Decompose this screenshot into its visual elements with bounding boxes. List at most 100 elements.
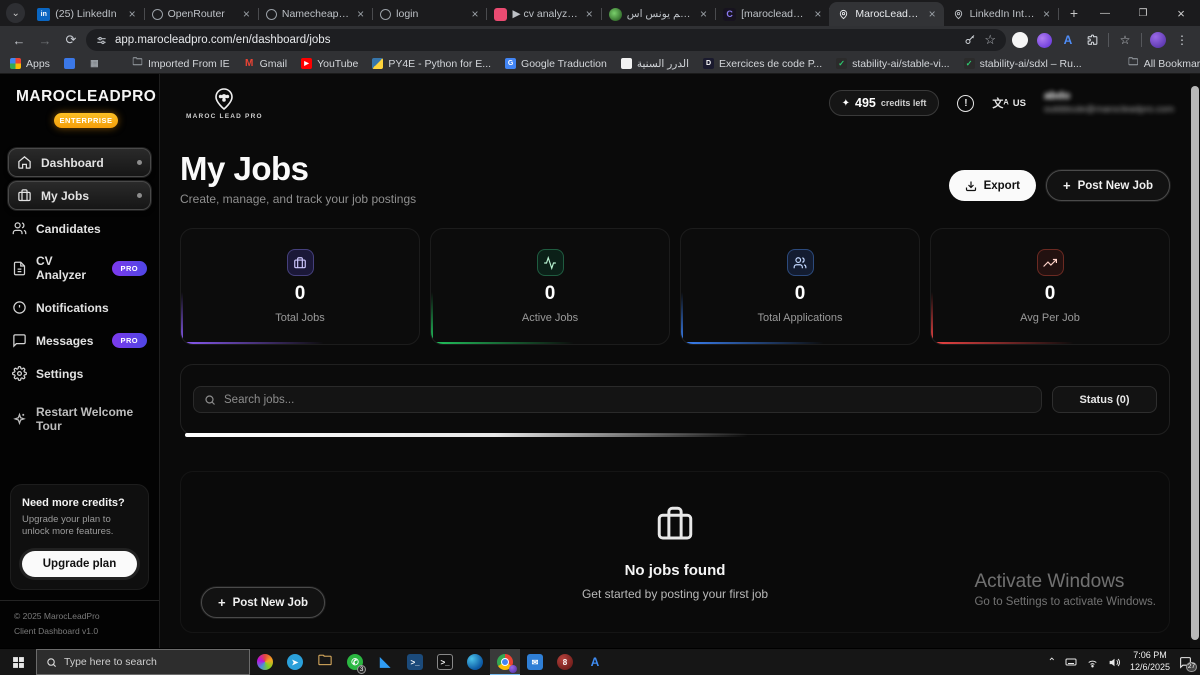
taskbar-app-chrome[interactable]	[490, 649, 520, 675]
bookmark-google-traduction[interactable]: G Google Traduction	[505, 58, 607, 70]
bookmark-exercices[interactable]: D Exercices de code P...	[703, 58, 822, 70]
bookmark-stability-stable[interactable]: ✓ stability-ai/stable-vi...	[836, 58, 949, 70]
taskbar-app-red[interactable]: 8	[550, 649, 580, 675]
tab-linkedin[interactable]: in (25) LinkedIn ×	[29, 2, 143, 26]
wifi-icon[interactable]	[1086, 656, 1099, 669]
tab-marocleadpro-active[interactable]: MarocLeadPro - Recr ×	[829, 2, 943, 26]
activity-icon	[537, 249, 564, 276]
tab-close-icon[interactable]: ×	[584, 7, 595, 21]
vertical-scrollbar[interactable]	[1190, 74, 1200, 648]
taskbar-app-cmd[interactable]: >_	[430, 649, 460, 675]
tab-close-icon[interactable]: ×	[698, 7, 709, 21]
job-search-field[interactable]	[193, 386, 1042, 413]
post-first-job-button[interactable]: + Post New Job	[201, 587, 325, 618]
close-button[interactable]: ×	[1162, 0, 1200, 26]
tab-openrouter[interactable]: OpenRouter ×	[144, 2, 258, 26]
taskbar-app-paint[interactable]	[250, 649, 280, 675]
sidebar-item-restart-tour[interactable]: Restart Welcome Tour	[8, 398, 151, 440]
user-menu[interactable]: abdo oulddoute@marocleadpro.com	[1044, 90, 1174, 116]
bookmark-imported-from-ie[interactable]: 🗀 Imported From IE	[132, 58, 230, 70]
taskbar-app-vscode[interactable]: ◣	[370, 649, 400, 675]
sidebar-item-messages[interactable]: Messages PRO	[8, 326, 151, 355]
back-button[interactable]: ←	[8, 29, 30, 51]
tab-close-icon[interactable]: ×	[241, 7, 252, 21]
all-bookmarks-button[interactable]: 🗀 All Bookmarks	[1128, 58, 1200, 70]
bookmark-label: Google Traduction	[521, 58, 607, 70]
tab-cv-analyzer[interactable]: ▶ cv analyzer v2 - n8 ×	[486, 2, 600, 26]
input-indicator-icon[interactable]	[1065, 656, 1077, 668]
site-settings-icon[interactable]	[96, 35, 107, 46]
password-key-icon[interactable]	[964, 34, 976, 46]
bookmark-star-icon[interactable]: ☆	[984, 32, 996, 48]
maximize-button[interactable]: ❐	[1124, 0, 1162, 26]
refresh-button[interactable]: ⟳	[60, 29, 82, 51]
credits-pill[interactable]: ✦ 495 credits left	[829, 90, 940, 116]
tab-close-icon[interactable]: ×	[1041, 7, 1052, 21]
app-logo[interactable]: MAROC LEAD PRO	[186, 87, 263, 120]
tab-search-button[interactable]: ⌄	[6, 3, 25, 23]
upgrade-plan-button[interactable]: Upgrade plan	[22, 551, 137, 577]
sidebar-item-my-jobs[interactable]: My Jobs	[8, 181, 151, 210]
tab-close-icon[interactable]: ×	[469, 7, 480, 21]
forward-button[interactable]: →	[34, 29, 56, 51]
taskbar-app-telegram[interactable]: ➤	[280, 649, 310, 675]
bookmark-dorar[interactable]: الدرر السنية	[621, 58, 689, 70]
browser-toolbar: ← → ⟳ app.marocleadpro.com/en/dashboard/…	[0, 26, 1200, 54]
tab-quran[interactable]: سورة إبراهيم يونس اس ×	[601, 2, 715, 26]
export-button[interactable]: Export	[949, 170, 1036, 201]
scrollbar-thumb[interactable]	[1191, 86, 1199, 640]
tab-close-icon[interactable]: ×	[127, 7, 138, 21]
taskbar-clock[interactable]: 7:06 PM 12/6/2025	[1130, 650, 1170, 673]
folder-icon: 🗀	[1128, 58, 1139, 69]
bookmark-youtube[interactable]: ▶ YouTube	[301, 58, 358, 70]
sidebar-item-candidates[interactable]: Candidates	[8, 214, 151, 243]
globe-favicon	[266, 9, 277, 20]
sidebar-item-dashboard[interactable]: Dashboard	[8, 148, 151, 177]
star-extension-icon[interactable]: ☆	[1115, 30, 1135, 50]
taskbar-app-whatsapp[interactable]: ✆ 3	[340, 649, 370, 675]
bookmark-stability-sdxl[interactable]: ✓ stability-ai/sdxl – Ru...	[964, 58, 1082, 70]
start-button[interactable]	[0, 649, 36, 675]
bookmark-grid[interactable]: ▦	[89, 58, 100, 69]
tab-login[interactable]: login ×	[372, 2, 486, 26]
bookmark-blue-favicon[interactable]	[64, 58, 75, 69]
taskbar-app-explorer[interactable]: 🗀	[310, 649, 340, 675]
browser-menu-icon[interactable]: ⋮	[1172, 30, 1192, 50]
extensions-puzzle-icon[interactable]	[1082, 30, 1102, 50]
taskbar-app-mail[interactable]: ✉	[520, 649, 550, 675]
extension-a-icon[interactable]: A	[1058, 30, 1078, 50]
bookmark-apps[interactable]: Apps	[10, 58, 50, 70]
search-input[interactable]	[224, 394, 1031, 406]
sidebar-item-notifications[interactable]: Notifications	[8, 293, 151, 322]
profile-avatar-icon[interactable]	[1010, 30, 1030, 50]
tab-marocleadpro-app[interactable]: C [marocleadpro] app- ×	[715, 2, 829, 26]
new-tab-button[interactable]: +	[1062, 1, 1086, 25]
tab-linkedin-integration[interactable]: LinkedIn Integration ×	[944, 2, 1058, 26]
taskbar-app-a[interactable]: A	[580, 649, 610, 675]
volume-icon[interactable]	[1108, 656, 1121, 669]
tab-close-icon[interactable]: ×	[355, 7, 366, 21]
tray-expand-chevron[interactable]: ⌃	[1048, 657, 1056, 668]
bookmark-gmail[interactable]: M Gmail	[244, 58, 287, 70]
watermark-title: Activate Windows	[974, 571, 1156, 593]
tab-namecheap[interactable]: Namecheap.com • Lo ×	[258, 2, 372, 26]
address-bar[interactable]: app.marocleadpro.com/en/dashboard/jobs ☆	[86, 29, 1006, 51]
sidebar-item-cv-analyzer[interactable]: CV Analyzer PRO	[8, 247, 151, 289]
sidebar-item-settings[interactable]: Settings	[8, 359, 151, 388]
horizontal-scroll-indicator[interactable]	[185, 433, 748, 437]
minimize-button[interactable]: —	[1086, 0, 1124, 26]
taskbar-app-edge[interactable]	[460, 649, 490, 675]
status-filter-button[interactable]: Status (0)	[1052, 386, 1157, 413]
language-switcher[interactable]: 文ᴬ US	[992, 95, 1026, 111]
action-center-button[interactable]: 27	[1179, 656, 1192, 669]
taskbar-app-powershell[interactable]: >_	[400, 649, 430, 675]
info-icon[interactable]: !	[957, 95, 974, 112]
tab-close-icon[interactable]: ×	[927, 7, 938, 21]
taskbar-search-field[interactable]	[36, 649, 250, 675]
taskbar-search-input[interactable]	[64, 656, 240, 668]
tab-close-icon[interactable]: ×	[812, 7, 823, 21]
browser-profile-icon[interactable]	[1148, 30, 1168, 50]
extension-purple-icon[interactable]	[1034, 30, 1054, 50]
bookmark-py4e[interactable]: PY4E - Python for E...	[372, 58, 491, 70]
post-new-job-button[interactable]: + Post New Job	[1046, 170, 1170, 201]
